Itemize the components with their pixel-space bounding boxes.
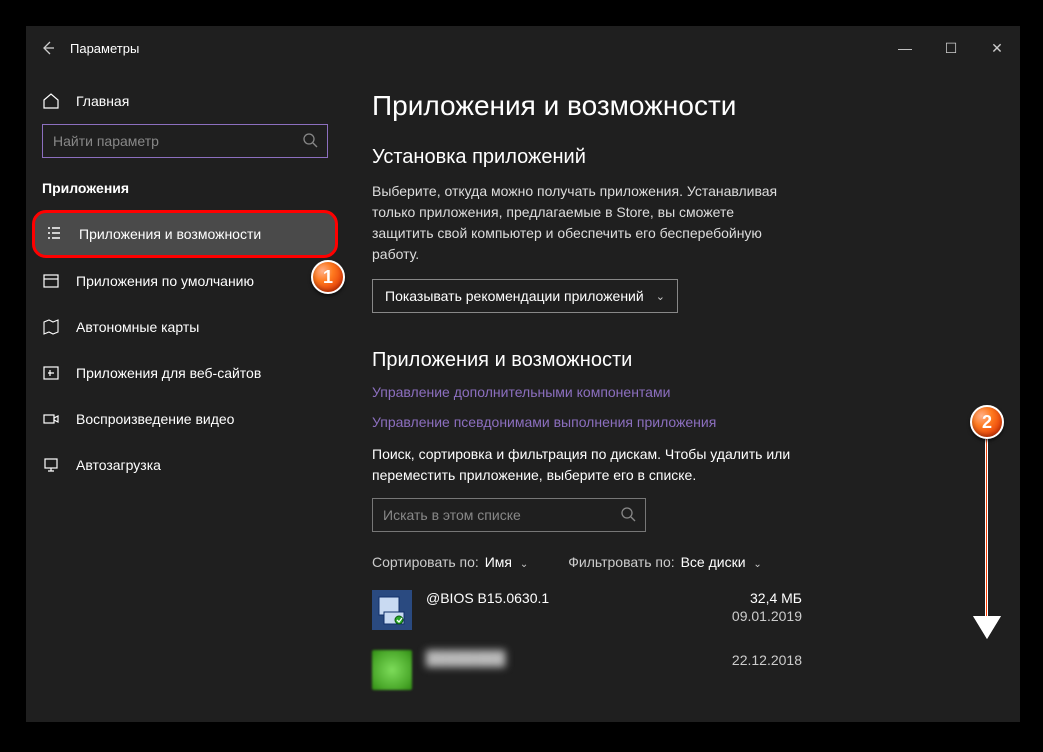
titlebar: Параметры — ☐ ✕ (26, 26, 1020, 70)
sort-filter-row: Сортировать по: Имя ⌄ Фильтровать по: Вс… (372, 554, 992, 570)
filter-value: Все диски (681, 554, 746, 570)
sidebar-item-label: Приложения и возможности (79, 226, 261, 242)
combo-label: Показывать рекомендации приложений (385, 288, 644, 304)
sidebar-item-label: Приложения для веб-сайтов (76, 365, 261, 381)
maximize-button[interactable]: ☐ (928, 26, 974, 70)
annotation-arrow-head (975, 618, 999, 638)
app-row[interactable]: ████████ 22.12.2018 (372, 650, 802, 690)
arrow-left-icon (40, 40, 56, 56)
sidebar: Главная Приложения Приложения и возможно… (26, 70, 344, 722)
window-controls: — ☐ ✕ (882, 26, 1020, 70)
sort-value: Имя (485, 554, 512, 570)
search-icon (620, 506, 636, 525)
apps-section-title: Приложения и возможности (372, 349, 992, 372)
install-section-desc: Выберите, откуда можно получать приложен… (372, 181, 792, 265)
sidebar-search (42, 124, 328, 158)
sidebar-item-offline-maps[interactable]: Автономные карты (26, 304, 344, 350)
window-title: Параметры (70, 41, 139, 56)
sidebar-item-video-playback[interactable]: Воспроизведение видео (26, 396, 344, 442)
sidebar-item-default-apps[interactable]: Приложения по умолчанию (26, 258, 344, 304)
default-apps-icon (42, 272, 60, 290)
search-input[interactable] (42, 124, 328, 158)
settings-window: Параметры — ☐ ✕ Главная Приложения (26, 26, 1020, 722)
apps-section-desc: Поиск, сортировка и фильтрация по дискам… (372, 444, 822, 486)
sidebar-item-startup[interactable]: Автозагрузка (26, 442, 344, 488)
annotation-badge-2: 2 (970, 405, 1004, 439)
sidebar-item-label: Воспроизведение видео (76, 411, 234, 427)
link-optional-features[interactable]: Управление дополнительными компонентами (372, 384, 992, 400)
app-date: 22.12.2018 (712, 652, 802, 668)
website-apps-icon (42, 364, 60, 382)
app-icon (372, 590, 412, 630)
close-button[interactable]: ✕ (974, 26, 1020, 70)
install-source-combo[interactable]: Показывать рекомендации приложений ⌄ (372, 279, 678, 313)
link-execution-aliases[interactable]: Управление псевдонимами выполнения прило… (372, 414, 992, 430)
minimize-button[interactable]: — (882, 26, 928, 70)
sort-control[interactable]: Сортировать по: Имя ⌄ (372, 554, 528, 570)
chevron-down-icon: ⌄ (656, 290, 665, 303)
home-icon (42, 92, 60, 110)
chevron-down-icon: ⌄ (520, 559, 528, 570)
sidebar-item-label: Автозагрузка (76, 457, 161, 473)
app-date: 09.01.2019 (712, 608, 802, 624)
page-title: Приложения и возможности (372, 90, 992, 122)
content-area: Приложения и возможности Установка прило… (344, 70, 1020, 722)
sidebar-item-label: Приложения по умолчанию (76, 273, 254, 289)
app-row[interactable]: @BIOS B15.0630.1 32,4 МБ 09.01.2019 (372, 590, 802, 630)
startup-icon (42, 456, 60, 474)
install-section-title: Установка приложений (372, 146, 992, 169)
annotation-badge-1: 1 (311, 260, 345, 294)
annotation-arrow (985, 439, 988, 621)
app-list-search-input[interactable] (372, 498, 646, 532)
app-name: ████████ (426, 650, 698, 666)
search-icon (302, 132, 318, 151)
sidebar-item-label: Автономные карты (76, 319, 199, 335)
sidebar-home-label: Главная (76, 93, 129, 109)
app-list-search (372, 498, 646, 532)
filter-control[interactable]: Фильтровать по: Все диски ⌄ (568, 554, 762, 570)
sidebar-item-apps-for-websites[interactable]: Приложения для веб-сайтов (26, 350, 344, 396)
chevron-down-icon: ⌄ (753, 559, 761, 570)
back-button[interactable] (26, 40, 70, 56)
app-icon (372, 650, 412, 690)
app-size: 32,4 МБ (712, 590, 802, 606)
app-name: @BIOS B15.0630.1 (426, 590, 698, 606)
sort-label: Сортировать по: (372, 554, 479, 570)
map-icon (42, 318, 60, 336)
sidebar-category-label: Приложения (26, 180, 344, 210)
sidebar-item-apps-features[interactable]: Приложения и возможности (32, 210, 338, 258)
video-icon (42, 410, 60, 428)
sidebar-home[interactable]: Главная (26, 88, 344, 124)
filter-label: Фильтровать по: (568, 554, 674, 570)
list-icon (45, 224, 63, 245)
